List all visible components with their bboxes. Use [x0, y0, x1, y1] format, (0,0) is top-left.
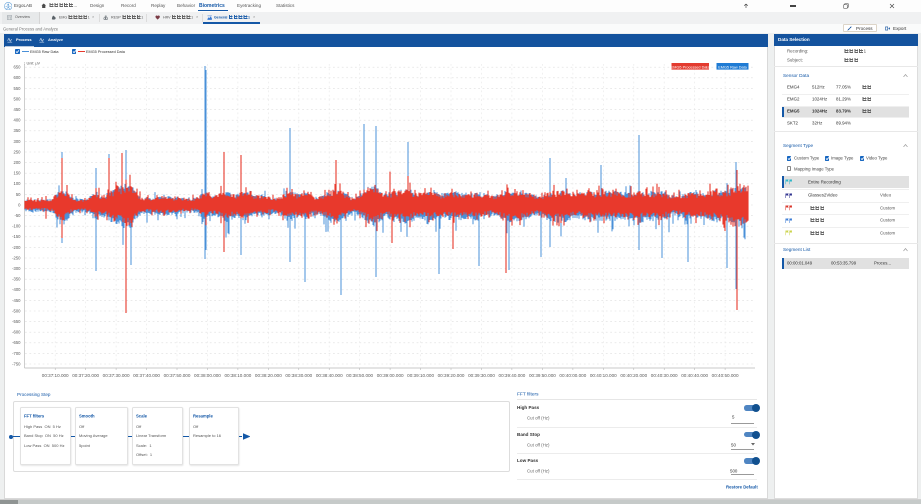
svg-text:00:40:40.000: 00:40:40.000: [681, 373, 708, 378]
svg-text:200: 200: [14, 160, 22, 165]
svg-text:350: 350: [14, 128, 22, 133]
svg-text:-650: -650: [12, 340, 21, 345]
svg-text:-250: -250: [12, 255, 21, 260]
svg-text:00:37:40.000: 00:37:40.000: [133, 373, 160, 378]
svg-text:00:38:20.000: 00:38:20.000: [255, 373, 282, 378]
svg-text:00:39:50.000: 00:39:50.000: [529, 373, 556, 378]
svg-text:00:40:10.000: 00:40:10.000: [590, 373, 617, 378]
svg-text:-600: -600: [12, 330, 21, 335]
svg-text:600: 600: [14, 75, 22, 80]
svg-text:EMG5 Processed Data: EMG5 Processed Data: [671, 65, 711, 69]
svg-text:-200: -200: [12, 245, 21, 250]
svg-text:100: 100: [14, 181, 22, 186]
svg-text:650: 650: [14, 65, 22, 70]
svg-text:00:38:50.000: 00:38:50.000: [346, 373, 373, 378]
svg-text:-150: -150: [12, 234, 21, 239]
svg-text:00:39:30.000: 00:39:30.000: [468, 373, 495, 378]
svg-text:00:39:10.000: 00:39:10.000: [407, 373, 434, 378]
svg-text:-700: -700: [12, 351, 21, 356]
svg-text:00:37:10.000: 00:37:10.000: [42, 373, 69, 378]
svg-text:150: 150: [14, 171, 22, 176]
svg-text:↑ Unit: μV: ↑ Unit: μV: [24, 62, 41, 66]
svg-text:00:40:30.000: 00:40:30.000: [651, 373, 678, 378]
svg-text:-450: -450: [12, 298, 21, 303]
svg-text:-100: -100: [12, 224, 21, 229]
svg-text:00:39:20.000: 00:39:20.000: [438, 373, 465, 378]
svg-text:-400: -400: [12, 287, 21, 292]
svg-text:-350: -350: [12, 277, 21, 282]
svg-text:00:40:50.000: 00:40:50.000: [712, 373, 739, 378]
svg-text:EMG5 Raw Data: EMG5 Raw Data: [718, 65, 747, 69]
svg-text:00:40:00.000: 00:40:00.000: [559, 373, 586, 378]
svg-text:-550: -550: [12, 319, 21, 324]
svg-text:0: 0: [18, 202, 21, 207]
svg-text:00:39:40.000: 00:39:40.000: [499, 373, 526, 378]
svg-text:00:37:30.000: 00:37:30.000: [103, 373, 130, 378]
svg-text:-500: -500: [12, 308, 21, 313]
svg-text:300: 300: [14, 139, 22, 144]
svg-text:00:40:20.000: 00:40:20.000: [620, 373, 647, 378]
svg-text:-750: -750: [12, 361, 21, 366]
svg-text:400: 400: [14, 118, 22, 123]
svg-text:250: 250: [14, 149, 22, 154]
svg-text:00:39:00.000: 00:39:00.000: [377, 373, 404, 378]
svg-text:00:38:30.000: 00:38:30.000: [285, 373, 312, 378]
svg-text:-50: -50: [14, 213, 21, 218]
svg-text:00:37:20.000: 00:37:20.000: [72, 373, 99, 378]
svg-text:550: 550: [14, 86, 22, 91]
svg-text:00:38:10.000: 00:38:10.000: [224, 373, 251, 378]
svg-text:50: 50: [16, 192, 21, 197]
svg-text:00:38:40.000: 00:38:40.000: [316, 373, 343, 378]
svg-text:00:37:50.000: 00:37:50.000: [164, 373, 191, 378]
svg-text:-300: -300: [12, 266, 21, 271]
svg-text:00:38:00.000: 00:38:00.000: [194, 373, 221, 378]
svg-text:500: 500: [14, 96, 22, 101]
svg-text:450: 450: [14, 107, 22, 112]
